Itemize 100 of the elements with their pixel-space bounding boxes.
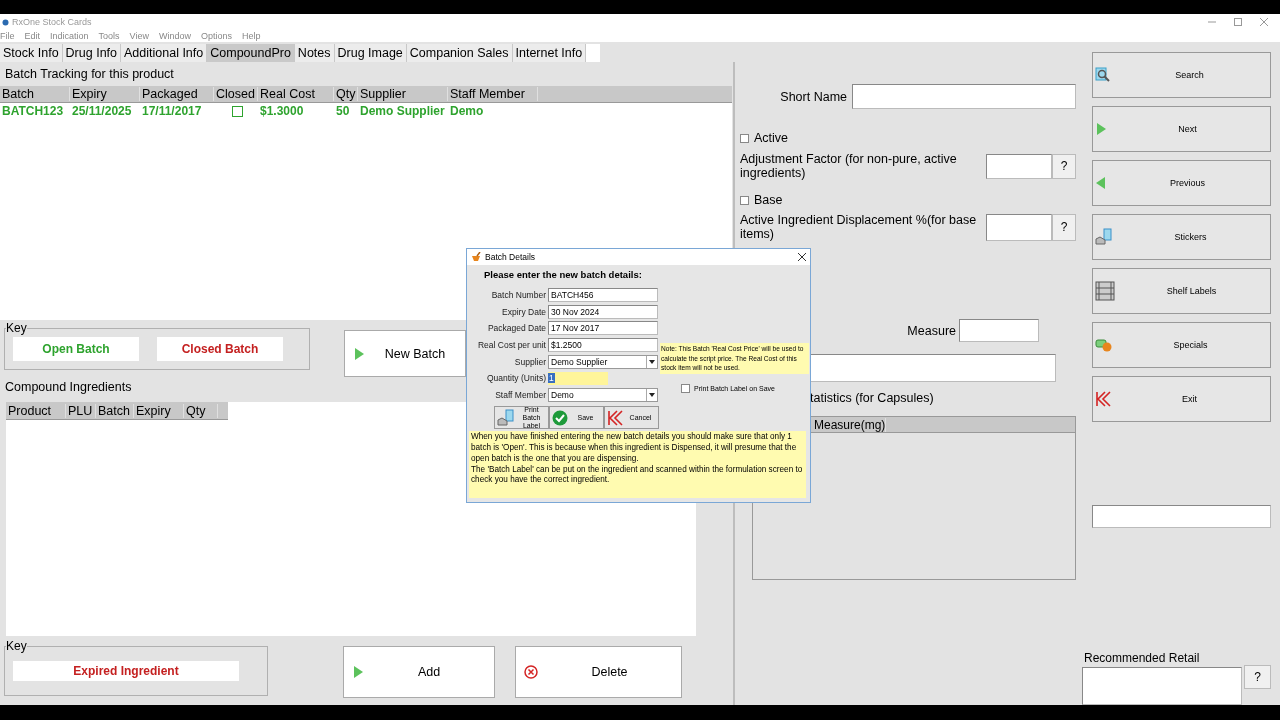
input-field[interactable]: $1.2500: [548, 338, 658, 353]
table-cell-text: 50: [335, 104, 351, 118]
adjustment-factor-field[interactable]: [986, 153, 1052, 179]
key-title: Key: [6, 639, 27, 653]
menu-item[interactable]: Indication: [50, 31, 89, 41]
section-title: Batch Tracking for this product: [5, 66, 174, 81]
field-label: Quantity (Units): [485, 373, 547, 384]
column-header: Product: [6, 403, 66, 418]
arrow-left-icon: [1095, 176, 1107, 190]
close-icon[interactable]: [798, 253, 806, 261]
info-text: The 'Batch Label' can be put on the ingredient and scanned within the formulation screen to check you have the correct ingredient.: [471, 464, 804, 487]
dropdown[interactable]: Demo: [548, 387, 658, 402]
rewind-icon: [607, 409, 623, 426]
field-label: Adjustment Factor (for non-pure, active ingredients): [740, 152, 958, 180]
table-cell-text: Demo Supplier: [359, 104, 446, 118]
key-title: Key: [6, 321, 27, 335]
tab[interactable]: CompoundPro: [207, 44, 295, 62]
table-cell-text: $1.3000: [259, 104, 305, 118]
input-field[interactable]: BATCH456: [548, 288, 658, 303]
caret-icon: [649, 392, 655, 397]
menu-item[interactable]: File: [0, 31, 15, 41]
menu-item[interactable]: Help: [242, 31, 261, 41]
delete-button[interactable]: Delete: [515, 646, 682, 698]
column-header: Qty: [184, 403, 218, 418]
section-title: tatistics (for Capsules): [810, 391, 934, 405]
dialog-heading: Please enter the new batch details:: [484, 269, 642, 280]
menu-item[interactable]: Edit: [24, 31, 41, 41]
field-label: Expiry Date: [501, 306, 547, 317]
arrow-right-icon: [352, 665, 364, 679]
menu-item[interactable]: View: [129, 31, 149, 41]
field-label: Staff Member: [494, 389, 547, 400]
tab[interactable]: Notes: [294, 44, 335, 62]
specials-button[interactable]: Specials: [1092, 322, 1271, 368]
next-button[interactable]: Next: [1092, 106, 1271, 152]
window-title: RxOne Stock Cards: [12, 17, 93, 27]
column-header: Batch: [0, 87, 70, 101]
search-button[interactable]: Search: [1092, 52, 1271, 98]
input-field[interactable]: 30 Nov 2024: [548, 304, 658, 319]
column-header: Expiry: [70, 87, 140, 101]
help-button[interactable]: ?: [1244, 665, 1271, 689]
input-field[interactable]: 17 Nov 2017: [548, 321, 658, 336]
measure-field[interactable]: [959, 319, 1039, 342]
shelf-button[interactable]: Shelf Labels: [1092, 268, 1271, 314]
stickers-button[interactable]: Stickers: [1092, 214, 1271, 260]
key-item: Expired Ingredient: [13, 661, 239, 681]
app-icon: [2, 18, 9, 26]
base-checkbox[interactable]: Base: [740, 193, 1076, 207]
closed-checkbox[interactable]: [231, 105, 243, 117]
tab[interactable]: Internet Info: [512, 44, 587, 62]
tab[interactable]: Companion Sales: [406, 44, 513, 62]
arrow-right-icon: [1095, 122, 1107, 136]
column-header: Real Cost: [258, 87, 334, 101]
label-printer-icon: [497, 408, 515, 427]
table-cell-text: Demo: [449, 104, 485, 118]
menu-item[interactable]: Tools: [98, 31, 120, 41]
add-button[interactable]: Add: [343, 646, 495, 698]
key-item: Open Batch: [13, 337, 139, 361]
exit-button[interactable]: Exit: [1092, 376, 1271, 422]
price-tag-icon: [1095, 338, 1113, 352]
field-label: Measure: [907, 323, 956, 338]
column-header: PLU: [66, 403, 96, 418]
active-checkbox[interactable]: Active: [740, 131, 1076, 145]
column-header: Qty: [334, 87, 358, 101]
column-header: Staff Member: [448, 87, 538, 101]
check-icon: [552, 409, 568, 426]
menu-item[interactable]: Window: [158, 31, 191, 41]
column-header: Batch: [96, 403, 134, 418]
mortar-icon: [471, 252, 481, 262]
text-field[interactable]: [1092, 505, 1271, 528]
short-name-field[interactable]: [852, 84, 1076, 109]
field-label: Supplier: [513, 356, 547, 367]
field-label: Packaged Date: [486, 323, 547, 334]
column-header: Expiry: [134, 403, 184, 418]
previous-button[interactable]: Previous: [1092, 160, 1271, 206]
field-label: Short Name: [780, 89, 847, 104]
tab[interactable]: Drug Info: [62, 44, 121, 62]
dropdown[interactable]: Demo Supplier: [548, 354, 658, 369]
table-cell-text: BATCH123: [1, 104, 65, 118]
tab[interactable]: Stock Info: [0, 44, 63, 62]
help-button[interactable]: ?: [1052, 153, 1076, 179]
field-label: Batch Number: [490, 290, 547, 301]
recommended-retail-field[interactable]: [1082, 667, 1242, 705]
column-header: Supplier: [358, 87, 448, 101]
tab[interactable]: Drug Image: [334, 44, 407, 62]
maximize-icon[interactable]: [1234, 18, 1242, 26]
table-cell-text: 17/11/2017: [141, 104, 203, 118]
tab[interactable]: Additional Info: [121, 44, 208, 62]
dialog-title: Batch Details: [485, 252, 537, 262]
displacement-field[interactable]: [986, 213, 1052, 241]
field-label: Active Ingredient Displacement %(for base items): [740, 213, 978, 241]
field-label: Recommended Retail: [1084, 651, 1201, 665]
quantity-field[interactable]: 1: [548, 371, 608, 385]
menu-item[interactable]: Options: [200, 31, 232, 41]
rewind-icon: [1095, 391, 1111, 407]
new-batch-button[interactable]: New Batch: [344, 330, 466, 377]
search-icon: [1095, 67, 1111, 83]
label-printer-icon: [1095, 228, 1113, 246]
table-cell-text: 25/11/2025: [71, 104, 133, 118]
help-button[interactable]: ?: [1052, 213, 1076, 241]
column-header: Measure(mg): [812, 417, 887, 432]
